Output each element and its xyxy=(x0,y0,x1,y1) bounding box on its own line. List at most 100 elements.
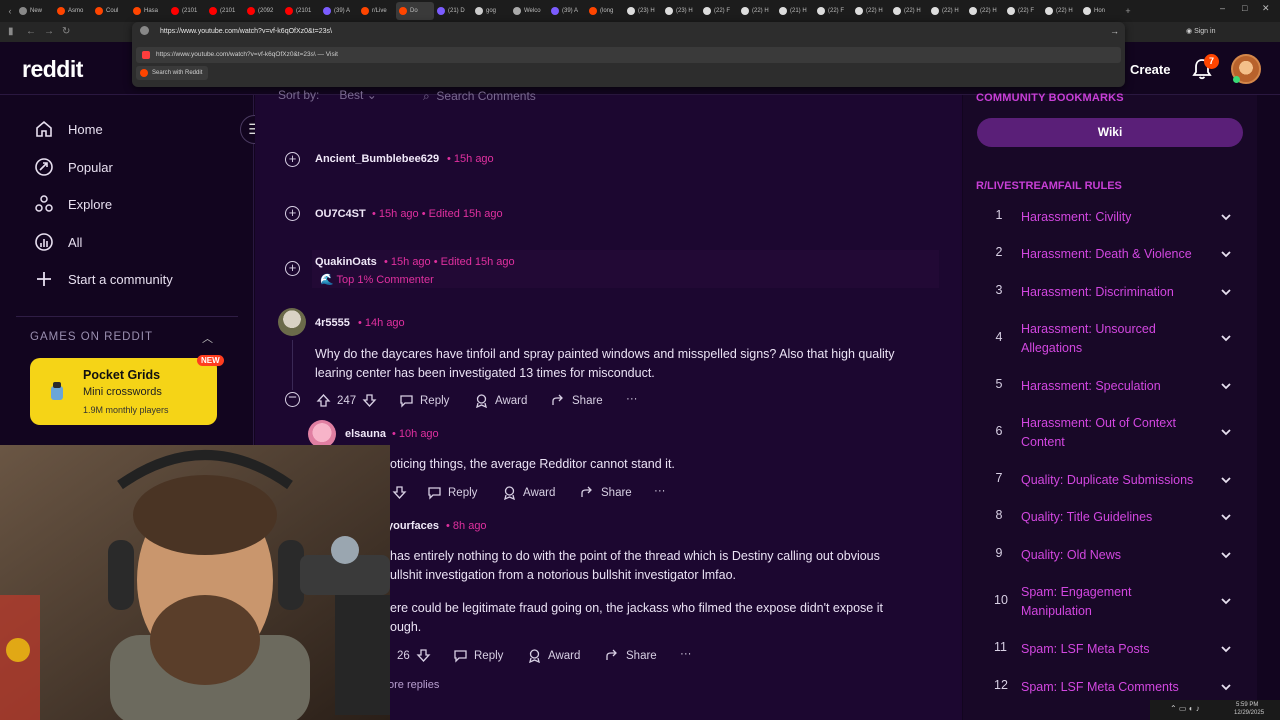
maximize-icon[interactable]: □ xyxy=(1242,3,1247,13)
browser-tab[interactable]: (22) H xyxy=(928,2,966,20)
comment-author[interactable]: elsauna xyxy=(345,428,386,440)
browser-tab[interactable]: (2101 xyxy=(168,2,206,20)
browser-tab[interactable]: (22) F xyxy=(1004,2,1042,20)
browser-tab[interactable]: (22) H xyxy=(966,2,1004,20)
chevron-down-icon[interactable] xyxy=(1220,211,1232,223)
new-tab-icon[interactable]: + xyxy=(1122,6,1134,16)
close-window-icon[interactable]: ✕ xyxy=(1262,3,1270,14)
browser-tab[interactable]: r/Live xyxy=(358,2,396,20)
browser-tab[interactable]: Hon xyxy=(1080,2,1118,20)
browser-tab[interactable]: (21) H xyxy=(776,2,814,20)
share-button[interactable]: Share xyxy=(605,648,657,663)
browser-tab[interactable]: (2101 xyxy=(282,2,320,20)
browser-tab[interactable]: Welco xyxy=(510,2,548,20)
sign-in-button[interactable]: ◉ Sign in xyxy=(1186,27,1215,35)
more-options-button[interactable]: ··· xyxy=(654,485,666,497)
wiki-button[interactable]: Wiki xyxy=(977,118,1243,147)
browser-tab[interactable]: (2092 xyxy=(244,2,282,20)
expand-comment-icon[interactable]: + xyxy=(285,261,300,276)
more-options-button[interactable]: ··· xyxy=(680,648,692,660)
tray-icons[interactable]: ⌃ ▭ ◐ ♪ xyxy=(1170,704,1200,713)
award-button[interactable]: Award xyxy=(474,393,527,408)
chevron-down-icon[interactable] xyxy=(1220,380,1232,392)
nav-all[interactable]: All xyxy=(34,232,82,252)
comment-avatar[interactable] xyxy=(278,308,306,336)
browser-tab[interactable]: (39) A xyxy=(548,2,586,20)
browser-tab[interactable]: Asmo xyxy=(54,2,92,20)
comment-author[interactable]: Ancient_Bumblebee629 xyxy=(315,153,439,165)
browser-tab[interactable]: New xyxy=(16,2,54,20)
back-icon[interactable]: ← xyxy=(26,26,36,37)
chevron-down-icon[interactable] xyxy=(1220,426,1232,438)
expand-comment-icon[interactable]: + xyxy=(285,152,300,167)
chevron-down-icon[interactable] xyxy=(1220,248,1232,260)
chevron-up-icon[interactable]: ︿ xyxy=(202,330,213,346)
chevron-down-icon[interactable] xyxy=(1220,681,1232,693)
chevron-down-icon[interactable] xyxy=(1220,332,1232,344)
sort-dropdown[interactable]: Sort by: Best ⌄ xyxy=(278,88,377,102)
collapse-comment-icon[interactable]: − xyxy=(285,390,300,407)
award-button[interactable]: Award xyxy=(502,485,555,500)
comment-author[interactable]: 4r5555 xyxy=(315,317,350,329)
create-button[interactable]: Create xyxy=(1130,62,1170,77)
award-button[interactable]: Award xyxy=(527,648,580,663)
chevron-down-icon[interactable] xyxy=(1220,643,1232,655)
chevron-down-icon[interactable] xyxy=(1220,474,1232,486)
browser-tab[interactable]: (23) H xyxy=(662,2,700,20)
expand-comment-icon[interactable]: + xyxy=(285,206,300,221)
browser-tab[interactable]: (22) H xyxy=(852,2,890,20)
nav-popular[interactable]: Popular xyxy=(34,157,113,177)
browser-tab[interactable]: (22) H xyxy=(1042,2,1080,20)
site-info-icon[interactable] xyxy=(140,26,149,35)
more-replies-link[interactable]: ore replies xyxy=(388,679,439,691)
clock-date[interactable]: 12/29/2025 xyxy=(1234,710,1264,716)
comment-avatar[interactable] xyxy=(308,420,336,448)
upvote-icon[interactable] xyxy=(316,393,331,408)
browser-tab[interactable]: (22) H xyxy=(738,2,776,20)
chevron-down-icon[interactable] xyxy=(1220,286,1232,298)
browser-tab[interactable]: (22) F xyxy=(814,2,852,20)
reply-button[interactable]: Reply xyxy=(399,393,449,408)
chevron-down-icon[interactable] xyxy=(1220,511,1232,523)
reload-icon[interactable]: ↻ xyxy=(62,26,70,37)
browser-tab[interactable]: (39) A xyxy=(320,2,358,20)
reply-button[interactable]: Reply xyxy=(453,648,503,663)
tab-scroll-left-icon[interactable]: ‹ xyxy=(4,6,16,16)
comment-author[interactable]: QuakinOats xyxy=(315,256,377,268)
comment-author[interactable]: yourfaces xyxy=(387,520,439,532)
sidebar-toggle-icon[interactable]: ▮ xyxy=(8,26,14,37)
browser-tab[interactable]: (21) D xyxy=(434,2,472,20)
downvote-icon[interactable] xyxy=(362,393,377,408)
downvote-icon[interactable] xyxy=(416,648,431,663)
downvote-icon[interactable] xyxy=(392,485,407,500)
browser-tab[interactable]: (2101 xyxy=(206,2,244,20)
nav-home[interactable]: Home xyxy=(34,119,103,139)
browser-tab[interactable]: Hasa xyxy=(130,2,168,20)
nav-explore[interactable]: Explore xyxy=(34,194,112,214)
browser-tab[interactable]: Do xyxy=(396,2,434,20)
minimize-icon[interactable]: – xyxy=(1220,3,1225,13)
browser-tab[interactable]: (22) F xyxy=(700,2,738,20)
browser-tab[interactable]: gog xyxy=(472,2,510,20)
address-input[interactable]: https://www.youtube.com/watch?v=vf-k6qOf… xyxy=(132,24,1125,40)
forward-icon[interactable]: → xyxy=(44,26,54,37)
browser-tab[interactable]: Coul xyxy=(92,2,130,20)
chevron-down-icon[interactable] xyxy=(1220,595,1232,607)
clock-time[interactable]: 5:59 PM xyxy=(1236,702,1258,708)
nav-start-community[interactable]: Start a community xyxy=(34,269,173,289)
url-suggestion[interactable]: https://www.youtube.com/watch?v=vf-k6qOf… xyxy=(136,47,1121,63)
go-arrow-icon[interactable]: → xyxy=(1110,26,1119,36)
chevron-down-icon[interactable] xyxy=(1220,549,1232,561)
browser-tab[interactable]: (long xyxy=(586,2,624,20)
reply-button[interactable]: Reply xyxy=(427,485,477,500)
thread-line xyxy=(292,340,293,390)
more-options-button[interactable]: ··· xyxy=(626,393,638,405)
search-comments-input[interactable]: ⌕ Search Comments xyxy=(423,89,536,104)
browser-tab[interactable]: (22) H xyxy=(890,2,928,20)
share-button[interactable]: Share xyxy=(551,393,603,408)
share-button[interactable]: Share xyxy=(580,485,632,500)
reddit-logo[interactable]: reddit xyxy=(22,56,83,83)
browser-tab[interactable]: (23) H xyxy=(624,2,662,20)
comment-author[interactable]: OU7C4ST xyxy=(315,208,366,220)
search-with-reddit-option[interactable]: Search with Reddit xyxy=(136,66,209,80)
